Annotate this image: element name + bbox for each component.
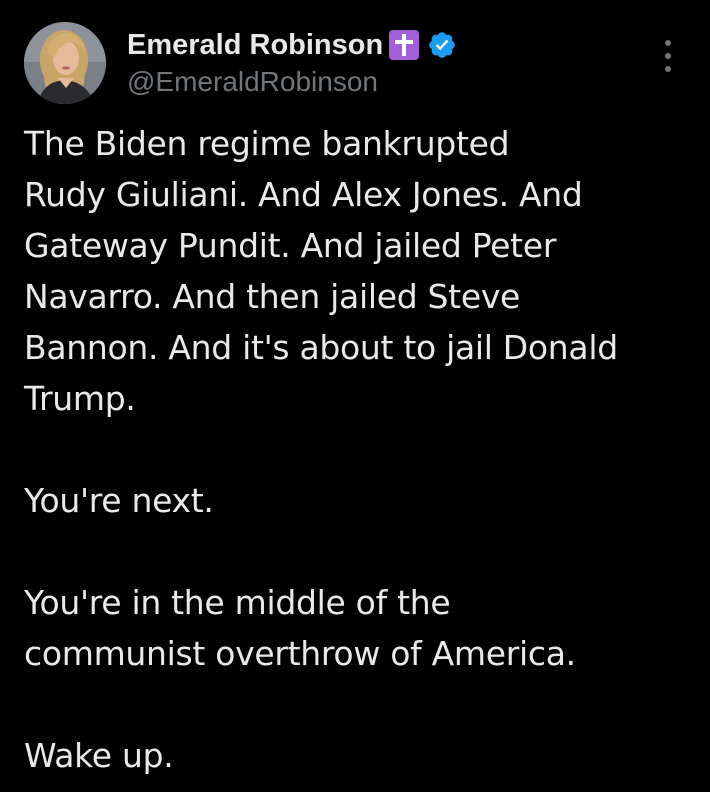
tweet: Emerald Robinson @EmeraldRobinson The Bi… [0, 0, 710, 792]
text-line: You're in the middle of the [24, 583, 451, 622]
text-line: Navarro. And then jailed Steve [24, 277, 521, 316]
tweet-paragraph: You're in the middle of the communist ov… [24, 577, 694, 679]
verified-icon[interactable] [427, 30, 457, 60]
text-line: Trump. [24, 379, 136, 418]
text-line: Wake up. [24, 736, 174, 775]
tweet-header: Emerald Robinson @EmeraldRobinson [24, 22, 694, 108]
more-dot [665, 53, 671, 59]
avatar[interactable] [24, 22, 106, 104]
more-vertical-icon [665, 40, 671, 46]
name-row: Emerald Robinson [127, 26, 457, 64]
avatar-image [24, 22, 106, 104]
text-line: Gateway Pundit. And jailed Peter [24, 226, 557, 265]
display-name[interactable]: Emerald Robinson [127, 29, 383, 62]
tweet-text: The Biden regime bankrupted Rudy Giulian… [24, 118, 694, 781]
tweet-paragraph: Wake up. [24, 730, 694, 781]
text-line: You're next. [24, 481, 214, 520]
text-line: communist overthrow of America. [24, 634, 576, 673]
more-button[interactable] [656, 36, 680, 76]
tweet-paragraph: The Biden regime bankrupted Rudy Giulian… [24, 118, 694, 424]
text-line: The Biden regime bankrupted [24, 124, 510, 163]
text-line: Rudy Giuliani. And Alex Jones. And [24, 175, 583, 214]
more-dot [665, 66, 671, 72]
tweet-paragraph: You're next. [24, 475, 694, 526]
handle[interactable]: @EmeraldRobinson [127, 66, 457, 98]
text-line: Bannon. And it's about to jail Donald [24, 328, 618, 367]
cross-icon [389, 30, 420, 60]
author-block: Emerald Robinson @EmeraldRobinson [127, 26, 457, 98]
